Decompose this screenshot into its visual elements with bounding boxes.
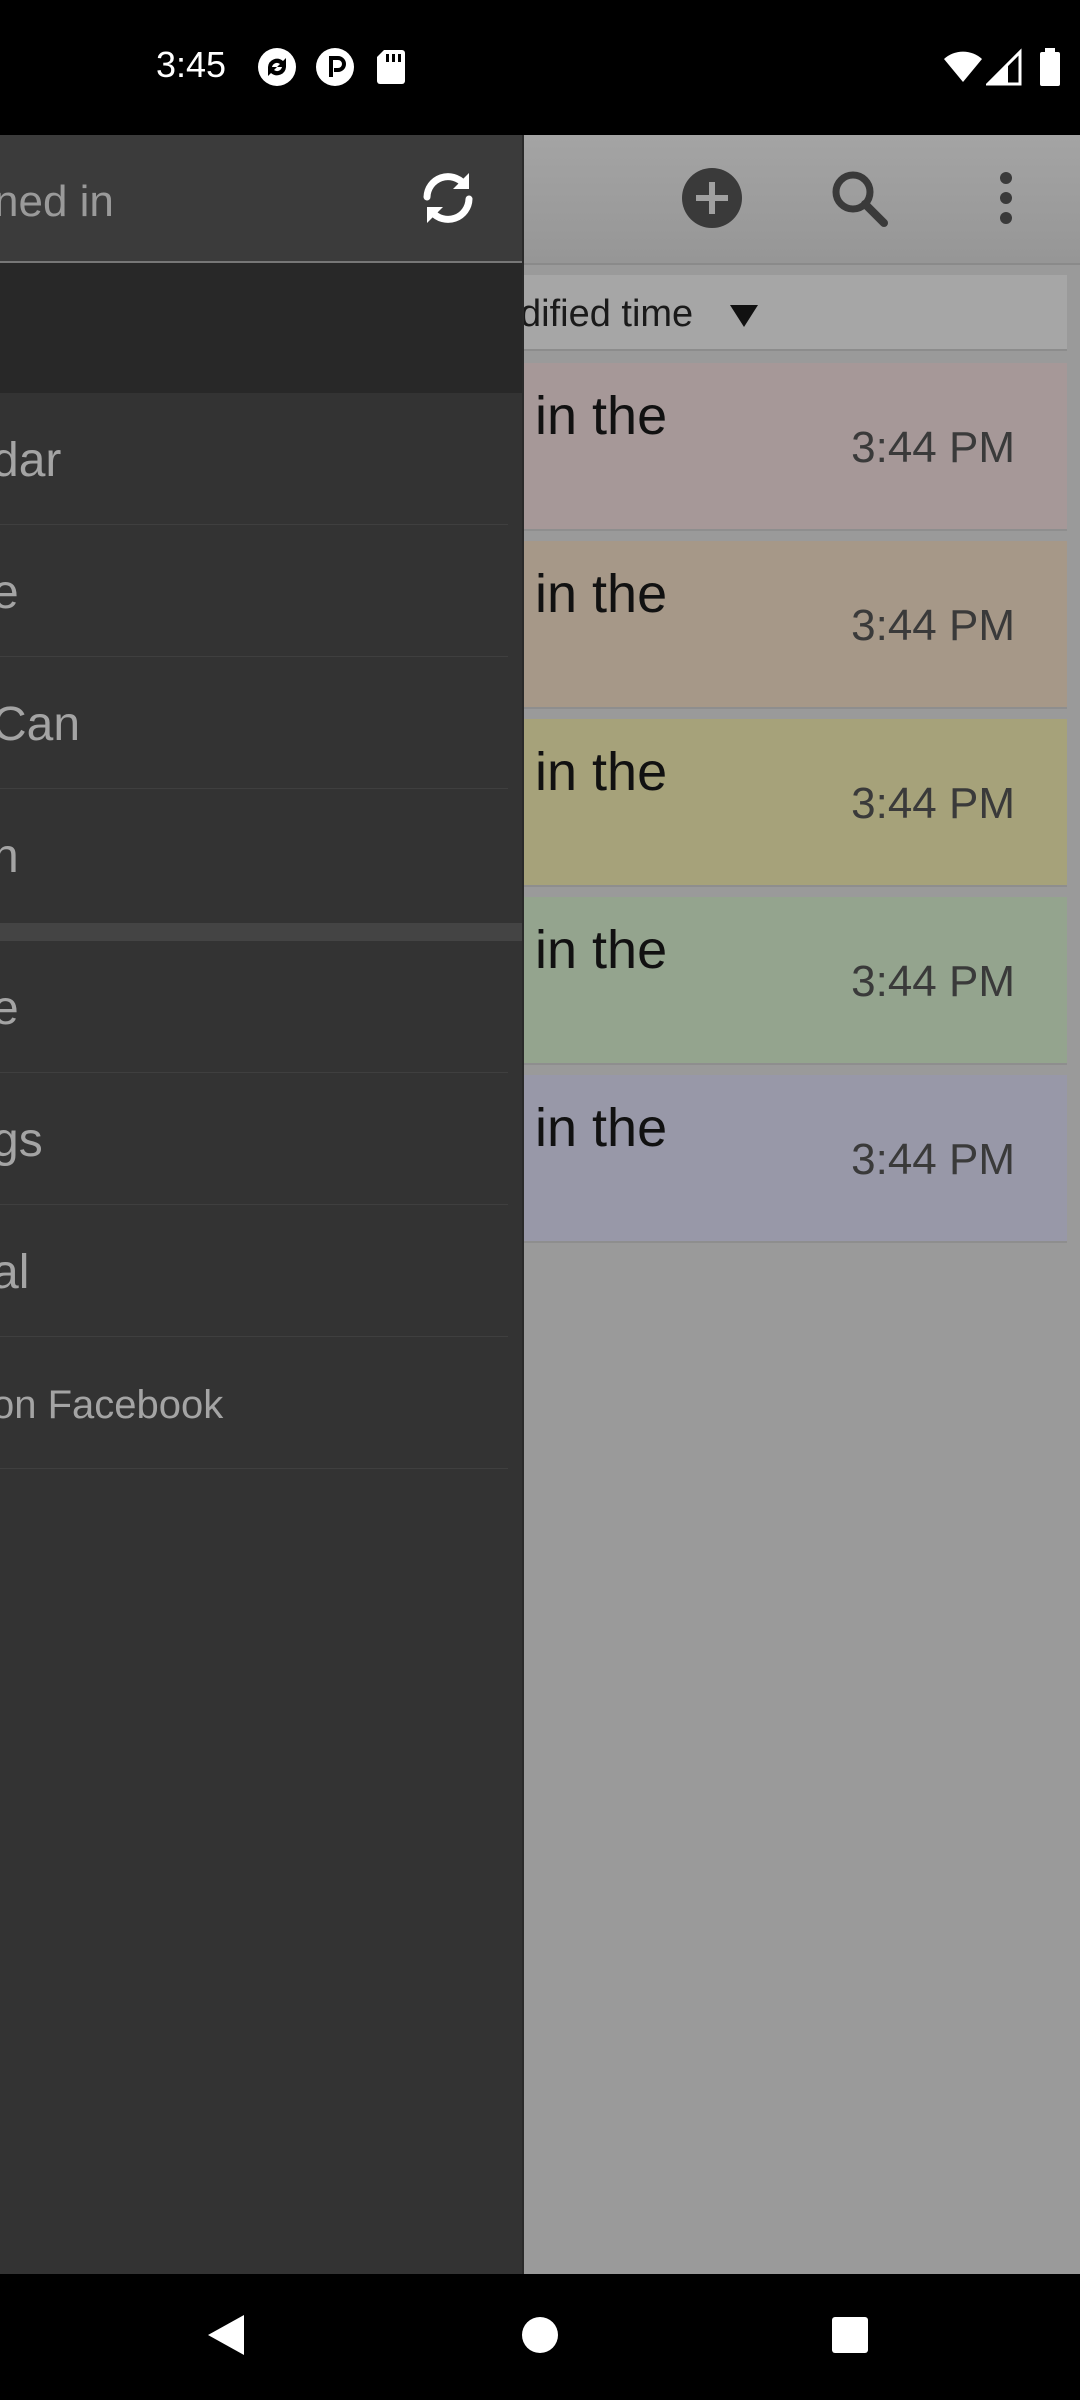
sort-label: dified time [520,293,694,335]
note-title: in the [535,1098,668,1158]
sign-in-status[interactable]: ned in [0,177,114,227]
drawer-item-label: on Facebook [0,1383,224,1427]
sync-app-icon [256,46,298,88]
more-options-button[interactable] [971,165,1041,235]
search-button[interactable] [824,165,894,235]
recents-button[interactable] [820,2307,880,2367]
home-icon [520,2315,560,2360]
battery-icon [1038,46,1080,88]
home-button[interactable] [510,2307,570,2367]
pinterest-like-icon [314,46,356,88]
more-vert-icon [996,170,1016,231]
note-title: in the [535,386,668,446]
drawer-divider [0,923,522,941]
drawer-item[interactable]: e [0,941,508,1073]
note-item[interactable]: in the 3:44 PM [520,541,1067,709]
note-title: in the [535,564,668,624]
note-time: 3:44 PM [851,957,1015,1006]
back-button[interactable] [196,2307,256,2367]
sort-bar[interactable]: dified time [520,275,1067,351]
drawer-item-label: e [0,566,19,619]
drawer-header: ned in [0,135,522,263]
drawer-item-label: n [0,830,19,883]
note-title: in the [535,742,668,802]
drawer-section-header [0,263,522,393]
signal-icon [984,46,1028,88]
recents-icon [830,2315,870,2360]
sd-card-icon [374,46,416,88]
note-item[interactable]: in the 3:44 PM [520,719,1067,887]
search-icon [828,167,890,234]
drawer-item-label: dar [0,434,62,487]
drawer-item-trash-can[interactable]: Can [0,657,508,789]
note-time: 3:44 PM [851,601,1015,650]
add-note-button[interactable] [677,165,747,235]
note-item[interactable]: in the 3:44 PM [520,897,1067,1065]
drawer-item-label: Can [0,698,81,751]
drawer-item-calendar[interactable]: dar [0,393,508,525]
add-circle-icon [681,167,743,234]
system-nav-bar [0,2274,1080,2400]
sync-button[interactable] [413,163,483,233]
drawer-item[interactable]: n [0,789,508,920]
drawer-item-label: e [0,982,19,1035]
note-item[interactable]: in the 3:44 PM [520,1075,1067,1243]
drawer-item[interactable]: e [0,525,508,657]
note-title: in the [535,920,668,980]
drawer-item-facebook[interactable]: on Facebook [0,1337,508,1469]
note-time: 3:44 PM [851,779,1015,828]
drawer-edge [522,135,524,2274]
drawer-item-label: gs [0,1114,43,1167]
note-time: 3:44 PM [851,1135,1015,1184]
note-time: 3:44 PM [851,423,1015,472]
wifi-icon [942,46,984,88]
drawer-item-settings[interactable]: gs [0,1073,508,1205]
sort-descending-icon [730,305,758,327]
note-item[interactable]: in the 3:44 PM [520,363,1067,531]
status-bar: 3:45 [0,0,1080,135]
back-icon [204,2311,248,2364]
sync-icon [413,173,483,237]
drawer-item-label: al [0,1246,30,1299]
drawer-item[interactable]: al [0,1205,508,1337]
status-time: 3:45 [156,44,227,85]
navigation-drawer: ned in dar e Can n e gs al on Facebook [0,135,522,2274]
